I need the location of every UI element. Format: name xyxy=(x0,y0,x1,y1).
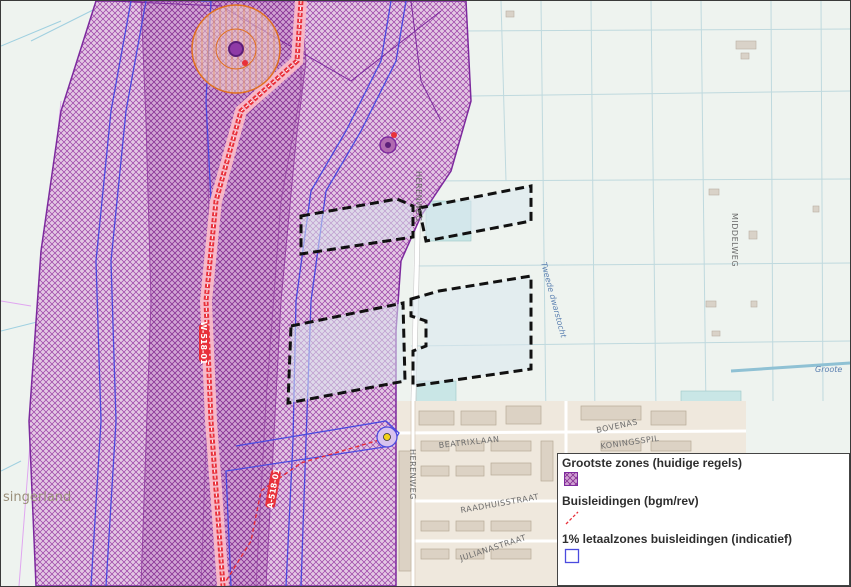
street-label-middelweg: MIDDELWEG xyxy=(730,213,739,267)
place-label: singerland xyxy=(3,490,71,505)
blue-outline-square-icon xyxy=(564,548,845,565)
street-label-herenweg: HERENWEG xyxy=(408,449,417,500)
water-label-groote: Groote xyxy=(815,365,842,374)
street-label-herenweg-top: HERENWEG xyxy=(414,171,423,222)
pipe-label-main: W-518-01 xyxy=(199,322,209,365)
map-view[interactable]: MIDDELWEG Tweede dwarstocht BEATRIXLAAN … xyxy=(0,0,851,587)
dashed-red-line-icon xyxy=(564,510,845,527)
pipe-end-marker[interactable] xyxy=(376,426,398,448)
legend-title-letaalzones: 1% letaalzones buisleidingen (indicatief… xyxy=(562,532,793,546)
legend-title-buisleidingen: Buisleidingen (bgm/rev) xyxy=(562,494,699,508)
station-marker[interactable] xyxy=(191,4,281,94)
legend-title-grootste-zones: Grootste zones (huidige regels) xyxy=(562,456,743,470)
map-legend: Grootste zones (huidige regels) Buisleid… xyxy=(557,453,850,586)
crosshatch-purple-icon xyxy=(564,472,845,489)
svg-text:W-518-01: W-518-01 xyxy=(199,322,208,365)
